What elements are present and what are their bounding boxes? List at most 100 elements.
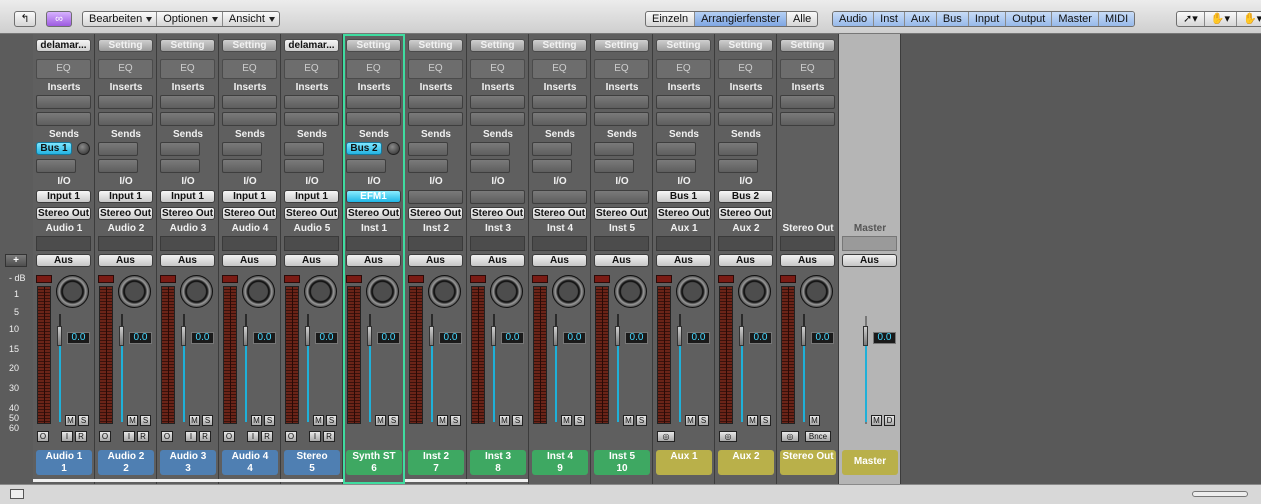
input-monitor-button[interactable]: I [123,431,135,442]
setting-button[interactable]: delamar... [36,39,91,52]
automation-mode[interactable]: Aus [408,254,463,267]
insert-slot[interactable] [408,112,463,126]
pan-knob[interactable] [800,275,833,308]
send-slot[interactable] [160,159,200,173]
output-slot[interactable]: Stereo Out [594,207,649,220]
automation-mode[interactable]: Aus [594,254,649,267]
insert-slot[interactable] [222,112,277,126]
insert-slot[interactable] [408,95,463,109]
send-slot[interactable] [284,159,324,173]
channel-name[interactable]: Audio 22 [98,450,154,475]
solo-button[interactable]: S [264,415,275,426]
insert-slot[interactable] [160,95,215,109]
insert-slot[interactable] [780,95,835,109]
setting-button[interactable]: Setting [718,39,773,52]
eq-display[interactable]: EQ [594,59,649,79]
menu-bearbeiten[interactable]: Bearbeiten [83,12,158,26]
send-level-knob[interactable] [77,142,90,155]
automation-mode[interactable]: Aus [718,254,773,267]
send-slot[interactable] [470,142,510,156]
group-slot[interactable] [780,236,835,251]
master-group-slot[interactable] [842,236,897,251]
menu-ansicht[interactable]: Ansicht [223,12,279,26]
automation-mode[interactable]: Aus [284,254,339,267]
send-slot[interactable] [532,142,572,156]
insert-slot[interactable] [656,95,711,109]
channel-name[interactable]: Stereo Out [780,450,836,475]
mute-button[interactable]: M [313,415,324,426]
volume-fader[interactable] [305,326,310,346]
automation-mode[interactable]: Aus [346,254,401,267]
stereo-link-icon[interactable]: ◎ [719,431,737,442]
input-slot[interactable] [408,190,463,204]
group-slot[interactable] [222,236,277,251]
mute-button[interactable]: M [561,415,572,426]
volume-fader[interactable] [553,326,558,346]
input-monitor-button[interactable]: I [185,431,197,442]
mute-button[interactable]: M [623,415,634,426]
input-slot[interactable] [594,190,649,204]
automation-mode[interactable]: Aus [36,254,91,267]
group-slot[interactable] [284,236,339,251]
volume-fader[interactable] [57,326,62,346]
channel-name[interactable]: Inst 38 [470,450,526,475]
channel-name[interactable]: Audio 11 [36,450,92,475]
insert-slot[interactable] [36,112,91,126]
record-button[interactable]: R [75,431,87,442]
pan-knob[interactable] [304,275,337,308]
pan-knob[interactable] [56,275,89,308]
bounce-button[interactable]: Bnce [805,431,831,442]
insert-slot[interactable] [780,112,835,126]
eq-display[interactable]: EQ [780,59,835,79]
insert-slot[interactable] [470,95,525,109]
send-slot[interactable] [408,159,448,173]
solo-button[interactable]: S [140,415,151,426]
group-slot[interactable] [656,236,711,251]
output-slot[interactable]: Stereo Out [284,207,339,220]
insert-slot[interactable] [160,112,215,126]
volume-fader[interactable] [491,326,496,346]
automation-mode[interactable]: Aus [160,254,215,267]
input-slot[interactable]: Input 1 [222,190,277,203]
input-monitor-button[interactable]: I [309,431,321,442]
mute-button[interactable]: M [375,415,386,426]
group-slot[interactable] [532,236,587,251]
send-slot[interactable] [656,159,696,173]
send-slot[interactable] [408,142,448,156]
output-slot[interactable]: Stereo Out [222,207,277,220]
eq-display[interactable]: EQ [470,59,525,79]
master-name[interactable]: Master [842,450,898,475]
insert-slot[interactable] [656,112,711,126]
offline-button[interactable]: O [37,431,49,442]
group-slot[interactable] [346,236,401,251]
automation-mode[interactable]: Aus [656,254,711,267]
insert-slot[interactable] [36,95,91,109]
eq-display[interactable]: EQ [346,59,401,79]
send-slot[interactable] [222,142,262,156]
send-slot[interactable] [222,159,262,173]
output-slot[interactable]: Stereo Out [36,207,91,220]
insert-slot[interactable] [594,95,649,109]
setting-button[interactable]: Setting [656,39,711,52]
zoom-slider[interactable] [1192,491,1248,497]
view-einzeln[interactable]: Einzeln [646,12,696,26]
output-slot[interactable]: Stereo Out [346,207,401,220]
automation-mode[interactable]: Aus [470,254,525,267]
solo-button[interactable]: S [512,415,523,426]
automation-mode[interactable]: Aus [532,254,587,267]
output-slot[interactable]: Stereo Out [408,207,463,220]
insert-slot[interactable] [594,112,649,126]
insert-slot[interactable] [532,95,587,109]
add-channel-button[interactable]: + [5,254,27,267]
volume-fader[interactable] [367,326,372,346]
output-slot[interactable]: Stereo Out [532,207,587,220]
filter-inst[interactable]: Inst [874,12,905,26]
send-slot[interactable] [284,142,324,156]
pan-knob[interactable] [366,275,399,308]
volume-fader[interactable] [429,326,434,346]
output-slot[interactable]: Stereo Out [98,207,153,220]
volume-fader[interactable] [119,326,124,346]
send-slot[interactable] [718,159,758,173]
insert-slot[interactable] [718,95,773,109]
channel-name[interactable]: Aux 2 [718,450,774,475]
